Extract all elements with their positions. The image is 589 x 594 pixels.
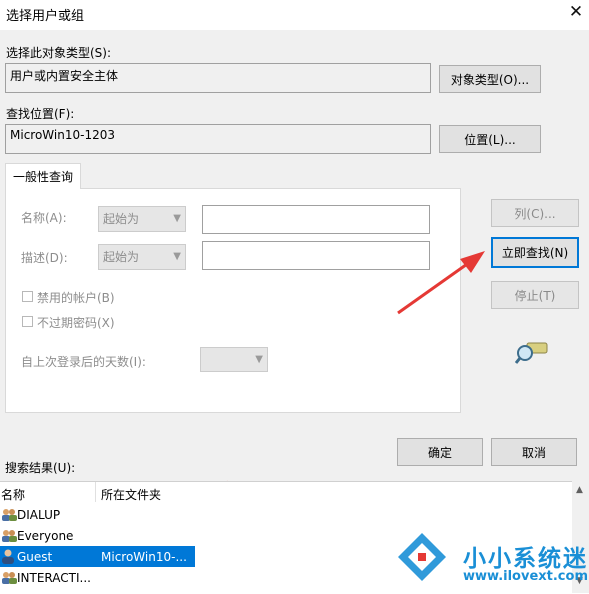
- watermark-title: 小小系统迷: [463, 546, 588, 572]
- object-type-label: 选择此对象类型(S):: [6, 46, 112, 60]
- user-group-icon: [2, 530, 17, 542]
- watermark-logo-icon: [398, 533, 446, 581]
- days-since-logon-combo[interactable]: ▼: [200, 347, 268, 372]
- column-header-folder[interactable]: 所在文件夹: [101, 486, 161, 503]
- locations-button[interactable]: 位置(L)...: [439, 125, 541, 153]
- list-item[interactable]: INTERACTI...: [17, 571, 91, 585]
- user-group-icon: [2, 509, 17, 521]
- close-icon[interactable]: ✕: [566, 2, 586, 22]
- description-input[interactable]: [202, 241, 430, 270]
- list-item[interactable]: DIALUP: [17, 508, 60, 522]
- chevron-down-icon: ▼: [255, 354, 263, 365]
- list-item-folder: MicroWin10-...: [101, 550, 187, 564]
- user-group-icon: [2, 572, 17, 584]
- location-value: MicroWin10-1203: [10, 128, 115, 142]
- description-label: 描述(D):: [21, 251, 68, 265]
- ok-button[interactable]: 确定: [397, 438, 483, 466]
- name-match-value: 起始为: [103, 212, 140, 226]
- title-bar: [0, 0, 589, 30]
- window-title: 选择用户或组: [6, 9, 85, 24]
- name-input[interactable]: [202, 205, 430, 234]
- object-type-field: 用户或内置安全主体: [5, 63, 431, 93]
- description-match-combo[interactable]: 起始为 ▼: [98, 244, 186, 270]
- stop-button[interactable]: 停止(T): [491, 281, 579, 309]
- location-label: 查找位置(F):: [6, 107, 75, 121]
- non-expiring-password-label: 不过期密码(X): [37, 316, 115, 330]
- user-icon: [2, 549, 14, 564]
- column-header-name[interactable]: 名称: [1, 486, 25, 503]
- description-match-value: 起始为: [103, 250, 140, 264]
- search-results-label: 搜索结果(U):: [5, 461, 76, 475]
- list-item[interactable]: Guest: [17, 550, 52, 564]
- non-expiring-password-checkbox[interactable]: [22, 316, 33, 327]
- name-match-combo[interactable]: 起始为 ▼: [98, 206, 186, 232]
- watermark-url: www.ilovext.com: [463, 569, 588, 584]
- object-type-value: 用户或内置安全主体: [10, 69, 119, 83]
- columns-button[interactable]: 列(C)...: [491, 199, 579, 227]
- scroll-up-icon[interactable]: ▲: [576, 485, 583, 495]
- chevron-down-icon: ▼: [173, 251, 181, 262]
- list-item[interactable]: Everyone: [17, 529, 73, 543]
- column-divider: [95, 482, 96, 502]
- tab-common-queries[interactable]: 一般性查询: [5, 163, 81, 189]
- find-now-button[interactable]: 立即查找(N): [491, 237, 579, 268]
- disabled-accounts-label: 禁用的帐户(B): [37, 291, 115, 305]
- name-label: 名称(A):: [21, 211, 67, 225]
- search-icon: [515, 342, 548, 364]
- disabled-accounts-checkbox[interactable]: [22, 291, 33, 302]
- object-types-button[interactable]: 对象类型(O)...: [439, 65, 541, 93]
- location-field: MicroWin10-1203: [5, 124, 431, 154]
- chevron-down-icon: ▼: [173, 213, 181, 224]
- cancel-button[interactable]: 取消: [491, 438, 577, 466]
- days-since-logon-label: 自上次登录后的天数(I):: [21, 355, 146, 369]
